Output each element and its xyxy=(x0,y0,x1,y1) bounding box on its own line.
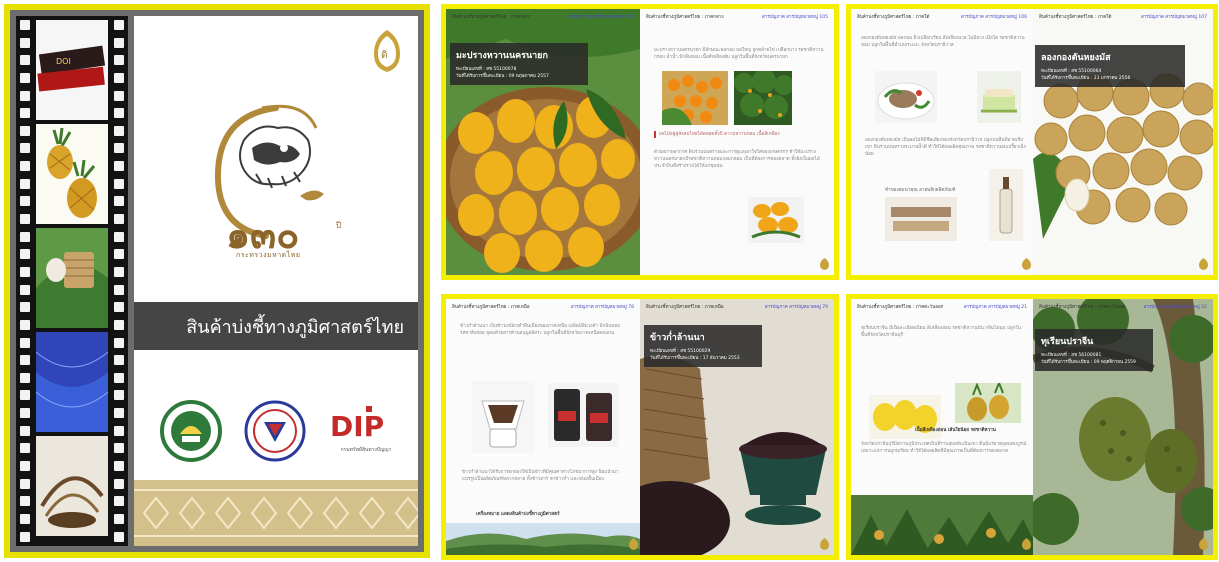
landscape-photo xyxy=(446,523,640,555)
page-emblem-icon xyxy=(1022,538,1031,550)
film-holes xyxy=(114,20,124,542)
product-name: ข้าวก่ำล้านนา xyxy=(650,333,705,343)
page-emblem-icon xyxy=(1199,258,1208,270)
product-info-box: มะปรางหวานนครนายก ทะเบียนเลขที่ : สช 551… xyxy=(450,43,588,85)
svg-text:ดิ: ดิ xyxy=(381,50,388,61)
page-header: สินค้าบ่งชี้ทางภูมิศาสตร์ไทย : ภาคตะวันอ… xyxy=(857,305,1027,310)
body-paragraph: จังหวัดปราจีนบุรีมีสภาพภูมิประเทศเป็นที่… xyxy=(861,442,1027,455)
pineapple-field-photo xyxy=(851,495,1033,555)
page-emblem-icon xyxy=(1199,538,1208,550)
registration-date: วันที่ได้รับการขึ้นทะเบียน : 09 พฤษภาคม … xyxy=(456,74,549,79)
spread-right-page: สินค้าบ่งชี้ทางภูมิศาสตร์ไทย : ภาคเหนือ … xyxy=(640,299,834,555)
partner-seal-icon xyxy=(244,400,306,462)
body-paragraph: ข้าวก่ำล้านนาได้รับการยกย่องให้เป็นข้าวท… xyxy=(462,470,619,483)
book-cover: DOI ดิ ๑๓๐ ปี กระทรวงมหาดไทย สินค้าบ่งชี… xyxy=(4,4,430,558)
cover-title: สินค้าบ่งชี้ทางภูมิศาสตร์ไทย xyxy=(186,316,404,338)
spread-longkong: สินค้าบ่งชี้ทางภูมิศาสตร์ไทย : ภาคใต้ สา… xyxy=(846,4,1218,280)
spread-right-page: สินค้าบ่งชี้ทางภูมิศาสตร์ไทย : ภาคกลาง ส… xyxy=(640,9,834,275)
product-info-box: ข้าวก่ำล้านนา ทะเบียนเลขที่ : สช 5510002… xyxy=(644,325,762,367)
page-header: สินค้าบ่งชี้ทางภูมิศาสตร์ไทย : ภาคกลาง ส… xyxy=(452,15,634,20)
svg-text:DIP: DIP xyxy=(330,410,384,443)
product-name: ทุเรียนปราจีน xyxy=(1041,337,1094,347)
dip-caption: กรมทรัพย์สินทางปัญญา xyxy=(340,447,392,453)
spread-right-page: สินค้าบ่งชี้ทางภูมิศาสตร์ไทย : ภาคใต้ สา… xyxy=(1033,9,1213,275)
page-header: สินค้าบ่งชี้ทางภูมิศาสตร์ไทย : ภาคเหนือ … xyxy=(646,305,828,310)
film-holes xyxy=(20,20,30,542)
pineapple-photo xyxy=(955,383,1021,423)
product-info-box: ทุเรียนปราจีน ทะเบียนเลขที่ : สช 5610008… xyxy=(1035,329,1153,371)
registration-date: วันที่ได้รับการขึ้นทะเบียน : 17 ธันวาคม … xyxy=(650,356,740,361)
bottle-photo xyxy=(989,169,1023,241)
processed-product-photo xyxy=(885,197,957,241)
body-paragraph: ด้วยสภาพอากาศ ดินร่วนปนทรายและการดูแลเอา… xyxy=(654,150,820,170)
drip-coffee-photo xyxy=(472,381,534,453)
product-info-box: ลองกองตันหยงมัส ทะเบียนเลขที่ : สช 55100… xyxy=(1035,45,1185,87)
product-name: มะปรางหวานนครนายก xyxy=(456,51,548,61)
page-emblem-icon xyxy=(1022,258,1031,270)
svg-text:ปี: ปี xyxy=(335,221,341,230)
spread-black-rice: สินค้าบ่งชี้ทางภูมิศาสตร์ไทย : ภาคเหนือ … xyxy=(441,294,839,560)
svg-text:DOI: DOI xyxy=(56,57,71,66)
registration-number: ทะเบียนเลขที่ : สช 55100064 xyxy=(1041,69,1102,74)
product-name: ลองกองตันหยงมัส xyxy=(1041,53,1111,63)
orchard-photo xyxy=(734,71,792,125)
anniversary-logo: ๑๓๐ ปี xyxy=(214,104,341,257)
intro-paragraph: ข้าวก่ำล้านนา เป็นข้าวเหนียวดำพื้นเมืองข… xyxy=(460,324,621,337)
dessert-photo xyxy=(977,71,1021,123)
page-header: สินค้าบ่งชี้ทางภูมิศาสตร์ไทย : ภาคกลาง ส… xyxy=(646,15,828,20)
spread-right-page: สินค้าบ่งชี้ทางภูมิศาสตร์ไทย : ภาคตะวันอ… xyxy=(1033,299,1213,555)
collage: DOI ดิ ๑๓๐ ปี กระทรวงมหาดไทย สินค้าบ่งชี… xyxy=(0,0,1219,562)
intro-paragraph: ทุเรียนปราจีน มีเนื้อละเอียดเนียน สีเหลื… xyxy=(861,326,1021,339)
registration-date: วันที่ได้รับการขึ้นทะเบียน : 09 พฤศจิกาย… xyxy=(1041,360,1136,365)
ministry-emblem-icon: ดิ xyxy=(374,30,400,72)
thai-pattern-border xyxy=(134,480,418,546)
spread-left-page: สินค้าบ่งชี้ทางภูมิศาสตร์ไทย : ภาคเหนือ … xyxy=(446,299,640,555)
registration-number: ทะเบียนเลขที่ : สช 55100078 xyxy=(456,67,517,72)
page-header: สินค้าบ่งชี้ทางภูมิศาสตร์ไทย : ภาคตะวันอ… xyxy=(1039,305,1207,310)
page-emblem-icon xyxy=(820,538,829,550)
film-frame-packaging: DOI xyxy=(36,20,108,120)
cover-panel: ดิ ๑๓๐ ปี กระทรวงมหาดไทย สินค้าบ่งชี้ทาง… xyxy=(134,16,418,546)
spread-marian-plum: สินค้าบ่งชี้ทางภูมิศาสตร์ไทย : ภาคกลาง ส… xyxy=(441,4,839,280)
film-strip: DOI xyxy=(16,16,128,546)
page-emblem-icon xyxy=(820,258,829,270)
spread-left-page: สินค้าบ่งชี้ทางภูมิศาสตร์ไทย : ภาคกลาง ส… xyxy=(446,9,640,275)
registration-number: ทะเบียนเลขที่ : สช 56100081 xyxy=(1041,353,1102,358)
fruit-photo xyxy=(662,71,728,125)
film-frame-rice-basket xyxy=(36,228,108,328)
ministry-seal-icon xyxy=(160,400,222,462)
rice-package-photo xyxy=(548,383,618,447)
spread-left-page: สินค้าบ่งชี้ทางภูมิศาสตร์ไทย : ภาคตะวันอ… xyxy=(851,299,1033,555)
page-header: สินค้าบ่งชี้ทางภูมิศาสตร์ไทย : ภาคใต้ สา… xyxy=(857,15,1027,20)
film-frame-silk xyxy=(36,332,108,432)
cover-banner: สินค้าบ่งชี้ทางภูมิศาสตร์ไทย xyxy=(134,302,418,350)
page-header: สินค้าบ่งชี้ทางภูมิศาสตร์ไทย : ภาคเหนือ … xyxy=(452,305,634,310)
section-heading: ผลไม้อยู่คู่สังคมไทยได้ตลอดทั้งปี ความหว… xyxy=(654,131,780,138)
intro-paragraph: มะปรางหวานนครนายก มีลักษณะผลกลม ผลใหญ่ ล… xyxy=(654,48,824,61)
page-header: สินค้าบ่งชี้ทางภูมิศาสตร์ไทย : ภาคใต้ สา… xyxy=(1039,15,1207,20)
plum-closeup-photo xyxy=(748,197,804,243)
ministry-label: กระทรวงมหาดไทย xyxy=(236,251,301,259)
section-heading: ทำของสมนาคุณ ลายพลิกผลิตภัณฑ์ xyxy=(885,188,956,193)
section-heading: เนื้อสีเหลืองอ่อน เส้นใยน้อย รสชาติหวาน xyxy=(915,428,996,433)
dish-photo xyxy=(875,71,937,123)
registration-number: ทะเบียนเลขที่ : สช 55100029 xyxy=(650,349,711,354)
page-emblem-icon xyxy=(629,538,638,550)
registration-date: วันที่ได้รับการขึ้นทะเบียน : 23 มกราคม 2… xyxy=(1041,76,1131,81)
film-frame-basketry xyxy=(36,436,108,536)
section-heading: เครื่องหมาย แสดงสินค้าบ่งชี้ทางภูมิศาสตร… xyxy=(476,512,560,517)
spread-left-page: สินค้าบ่งชี้ทางภูมิศาสตร์ไทย : ภาคใต้ สา… xyxy=(851,9,1033,275)
spread-durian: สินค้าบ่งชี้ทางภูมิศาสตร์ไทย : ภาคตะวันอ… xyxy=(846,294,1218,560)
film-frame-pineapple xyxy=(36,124,108,224)
intro-paragraph: ลองกองตันหยงมัส ผลกลม ผิวเปลือกเรียบ สีเ… xyxy=(861,36,1025,49)
partner-logos: DIP กรมทรัพย์สินทางปัญญา xyxy=(134,400,418,464)
